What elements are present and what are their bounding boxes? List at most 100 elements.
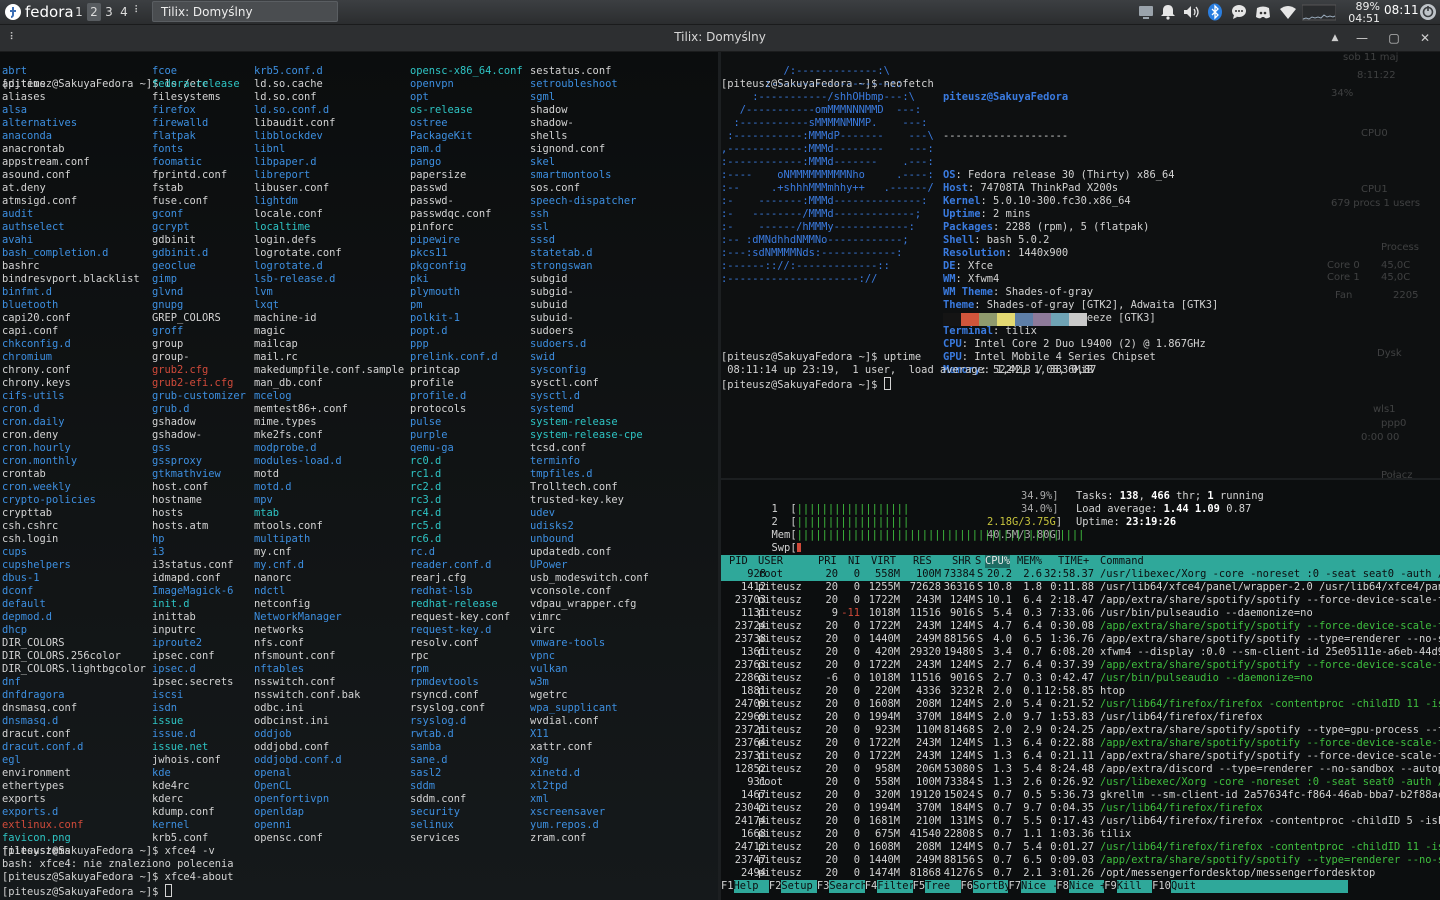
col-pri[interactable]: PRI <box>818 555 837 568</box>
fkey-label[interactable]: Nice + <box>1068 880 1106 893</box>
fkey-f2[interactable]: F2 <box>769 880 782 893</box>
terminal-pane-neofetch[interactable]: sob 11 maj 8:11:22 34% CPU0 679 procs 1 user… <box>721 52 1440 478</box>
fkey-label[interactable]: Setup <box>781 880 817 893</box>
wifi-icon[interactable] <box>1279 3 1297 21</box>
workspace-3[interactable]: 3 <box>102 3 116 21</box>
col-command[interactable]: Command <box>1100 555 1144 568</box>
process-cell: 9.7 <box>1023 802 1042 814</box>
process-row[interactable]: 24174 piteusz 20 0 1681M 210M 131M S 0.7 5.5 0:17.… <box>721 815 1440 828</box>
fkey-f10[interactable]: F10 <box>1152 880 1171 893</box>
process-cell: -6 <box>825 672 838 684</box>
process-row[interactable]: 1467 piteusz 20 0 320M 19120 15024 S 0.7 0.5 5:36.… <box>721 789 1440 802</box>
col-pid[interactable]: PID <box>729 555 748 568</box>
maximize-up-button[interactable]: ▲ <box>1326 29 1344 47</box>
info-row: GPU: Intel Mobile 4 Series Chipset <box>943 351 1218 364</box>
process-row[interactable]: 23731 piteusz 20 0 1722M 243M 124M S 1.3 6.4 0:21.… <box>721 750 1440 763</box>
col-state[interactable]: S <box>975 555 981 568</box>
process-row[interactable]: 928 root 20 0 558M 100M 73384 S 20.2 2.6 32:58.37/… <box>721 568 1440 581</box>
process-row[interactable]: 1131 piteusz 9 -11 1018M 11516 9016 S 5.4 0.3 7:33… <box>721 607 1440 620</box>
terminal-launcher-icon[interactable]: ⠇ <box>134 2 148 22</box>
taskbar-tilix[interactable]: Tilix: Domyślny <box>152 1 338 22</box>
process-row[interactable]: 1881 piteusz 20 0 220M 4336 3232 R 2.0 0.1 12:58.8… <box>721 685 1440 698</box>
window-titlebar[interactable]: ⠇ Tilix: Domyślny ▲ — ▢ ✕ <box>0 25 1440 52</box>
fkey-label[interactable]: SortBy <box>973 880 1011 893</box>
col-res[interactable]: RES <box>913 555 932 568</box>
process-row[interactable]: 24712 piteusz 20 0 1608M 208M 124M S 0.7 5.4 0:01.… <box>721 841 1440 854</box>
process-row[interactable]: 23747 piteusz 20 0 1440M 249M 88156 S 0.7 6.5 0:09… <box>721 854 1440 867</box>
process-row[interactable]: 24709 piteusz 20 0 1608M 208M 124M S 2.0 5.4 0:21.… <box>721 698 1440 711</box>
process-cell: root <box>758 568 784 580</box>
process-row[interactable]: 23724 piteusz 20 0 1722M 243M 124M S 4.7 6.4 0:30.… <box>721 620 1440 633</box>
process-row[interactable]: 12852 piteusz 20 0 958M 206M 53080 S 1.3 5.4 8:24.… <box>721 763 1440 776</box>
process-row[interactable]: 1361 piteusz 20 0 420M 29320 19480 S 3.4 0.7 6:08.… <box>721 646 1440 659</box>
process-row[interactable]: 22969 piteusz 20 0 1994M 370M 184M S 2.0 9.7 1:53.… <box>721 711 1440 724</box>
col-ni[interactable]: NI <box>848 555 861 568</box>
process-row[interactable]: 23764 piteusz 20 0 1722M 243M 124M S 1.3 6.4 0:22.… <box>721 737 1440 750</box>
process-row[interactable]: 23763 piteusz 20 0 1722M 243M 124M S 2.7 6.4 0:37.… <box>721 659 1440 672</box>
minimize-button[interactable]: — <box>1353 29 1371 47</box>
terminal-pane-left[interactable]: [piteusz@SakuyaFedora ~]$ ls /etc abrt ad… <box>0 52 718 900</box>
col-time[interactable]: TIME+ <box>1058 555 1089 568</box>
fedora-menu-button[interactable]: fedora <box>4 2 74 22</box>
process-cell: 72628 <box>909 581 941 593</box>
fkey-label[interactable]: Tree <box>925 880 961 893</box>
power-icon[interactable] <box>1419 3 1437 21</box>
fkey-f3[interactable]: F3 <box>817 880 830 893</box>
info-row: Uptime: 2 mins <box>943 208 1218 221</box>
fkey-label[interactable]: Search <box>829 880 867 893</box>
process-row[interactable]: 2494 piteusz 20 0 1474M 81868 41276 S 0.7 2.1 3:01… <box>721 867 1440 880</box>
bell-icon[interactable] <box>1159 3 1177 21</box>
process-row[interactable]: 23703 piteusz 20 0 1722M 243M 124M S 10.1 6.4 2:18… <box>721 594 1440 607</box>
workspace-4[interactable]: 4 <box>117 3 131 21</box>
ls-entry: crontab <box>2 468 46 480</box>
fkey-label[interactable]: Filter <box>877 880 915 893</box>
bluetooth-icon[interactable] <box>1206 3 1224 21</box>
ls-entry: X11 <box>530 728 549 740</box>
ls-entry: default <box>2 598 46 610</box>
uptime-line: Uptime: 23:19:26 <box>1076 516 1176 529</box>
chat-icon[interactable] <box>1230 3 1248 21</box>
workspace-2[interactable]: 2 <box>87 3 101 21</box>
fkey-f4[interactable]: F4 <box>865 880 878 893</box>
discord-icon[interactable] <box>1254 3 1272 21</box>
col-mem[interactable]: MEM% <box>1017 555 1042 568</box>
process-row[interactable]: 23042 piteusz 20 0 1994M 370M 184M S 0.7 9.7 0:04.… <box>721 802 1440 815</box>
process-cell: /usr/lib64/firefox/firefox -contentproc … <box>1100 698 1440 710</box>
workspace-1[interactable]: 1 <box>72 3 86 21</box>
fkey-label[interactable]: Quit <box>1170 880 1349 893</box>
process-cell: piteusz <box>758 802 802 814</box>
ls-entry: chkconfig.d <box>2 338 71 350</box>
battery-indicator[interactable]: 89% 04:51 <box>1346 1 1380 25</box>
col-shr[interactable]: SHR <box>952 555 971 568</box>
process-row[interactable]: 931 root 20 0 558M 100M 73384 S 1.3 2.6 0:26.92/us… <box>721 776 1440 789</box>
process-row[interactable]: 1668 piteusz 20 0 675M 41540 22808 S 0.7 1.1 1:03.… <box>721 828 1440 841</box>
fkey-label[interactable]: Kill <box>1116 880 1153 893</box>
display-icon[interactable] <box>1137 3 1155 21</box>
ls-entry: polkit-1 <box>410 312 461 324</box>
fkey-f5[interactable]: F5 <box>913 880 926 893</box>
network-graph-icon[interactable] <box>1302 3 1336 21</box>
process-row[interactable]: 23738 piteusz 20 0 1440M 249M 88156 S 4.0 6.5 1:36… <box>721 633 1440 646</box>
fkey-f7[interactable]: F7 <box>1008 880 1021 893</box>
clock[interactable]: 08:11 <box>1384 3 1419 17</box>
process-row[interactable]: 23721 piteusz 20 0 923M 110M 81468 S 2.0 2.9 0:24.… <box>721 724 1440 737</box>
fkey-label[interactable]: Help <box>733 880 769 893</box>
terminal-pane-htop[interactable]: 1 [|||||||||||||||||| 34.9%] 2 [||||||||… <box>721 480 1440 900</box>
close-button[interactable]: ✕ <box>1416 29 1434 47</box>
col-user[interactable]: USER <box>758 555 783 568</box>
process-row[interactable]: 1412 piteusz 20 0 1255M 72628 36316 S 10.8 1.8 0:1… <box>721 581 1440 594</box>
maximize-button[interactable]: ▢ <box>1385 29 1403 47</box>
col-virt[interactable]: VIRT <box>871 555 896 568</box>
ls-entry: issue.d <box>152 728 196 740</box>
fkey-f1[interactable]: F1 <box>721 880 734 893</box>
fkey-label[interactable]: Nice - <box>1020 880 1059 893</box>
volume-icon[interactable] <box>1182 3 1200 21</box>
process-row[interactable]: 22863 piteusz -6 0 1018M 11516 9016 S 2.7 0.3 0:42… <box>721 672 1440 685</box>
fkey-f6[interactable]: F6 <box>961 880 974 893</box>
col-cpu[interactable]: CPU% <box>985 555 1011 568</box>
ls-entry: subuid- <box>530 312 574 324</box>
fkey-f9[interactable]: F9 <box>1104 880 1117 893</box>
info-row: DE: Xfce <box>943 260 1218 273</box>
fkey-f8[interactable]: F8 <box>1056 880 1069 893</box>
ls-entry: mcelog <box>254 390 292 402</box>
